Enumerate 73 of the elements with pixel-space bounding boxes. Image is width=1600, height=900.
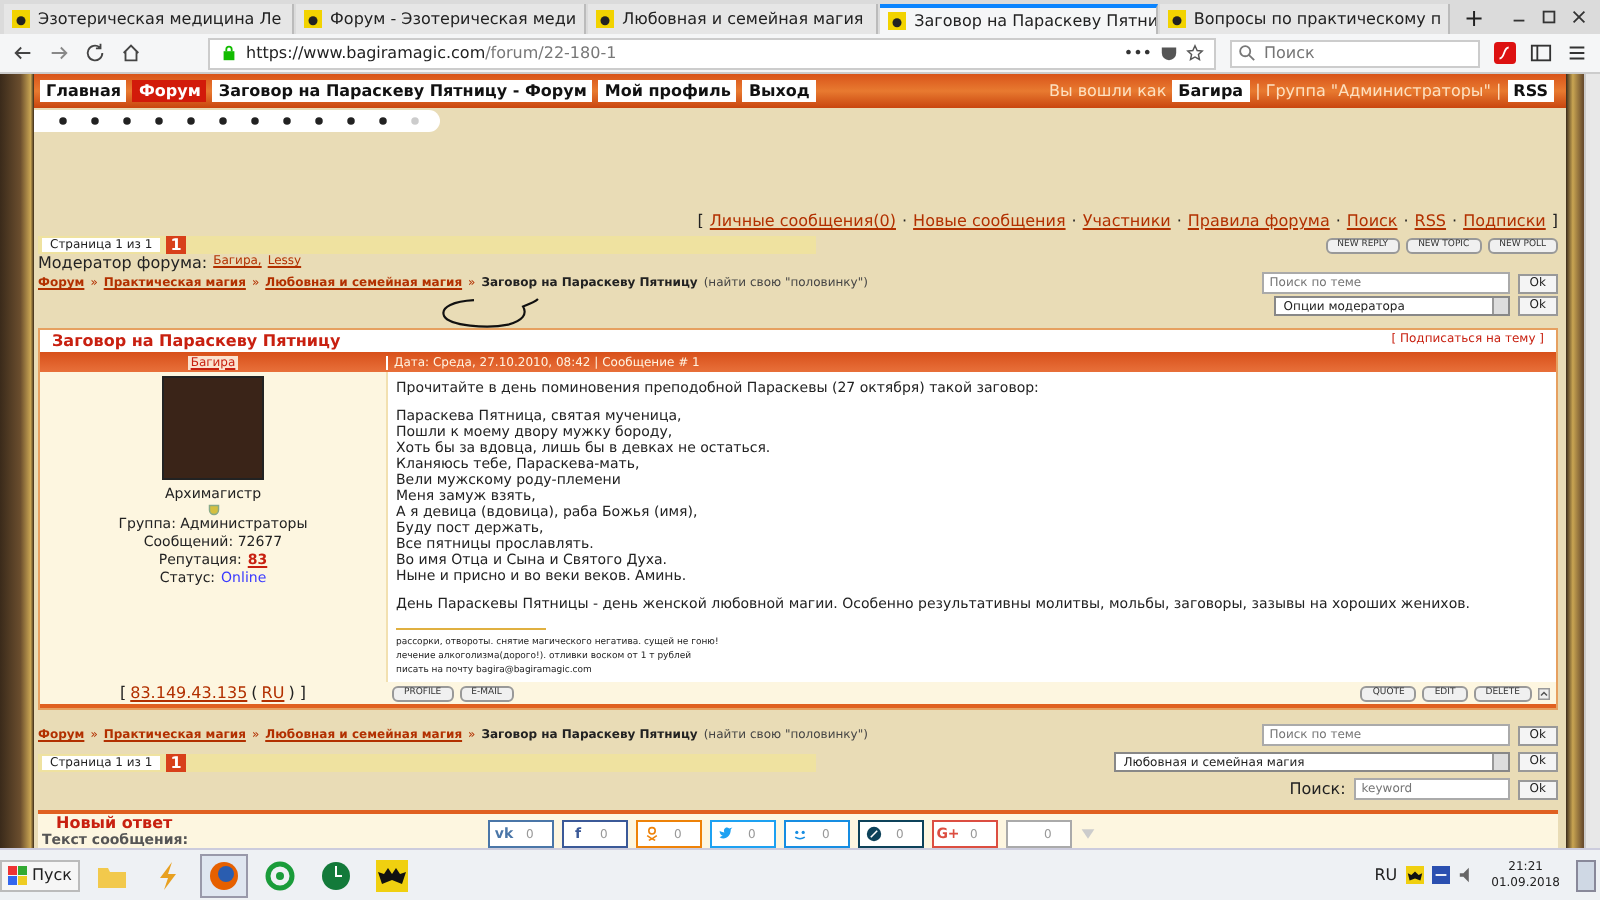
fox-globe-icon	[207, 859, 240, 891]
topic-title: Заговор на Параскеву Пятницу	[52, 332, 341, 350]
forward-icon[interactable]	[48, 42, 70, 64]
top-link[interactable]: Новые сообщения	[913, 212, 1066, 230]
separator: ·	[1176, 212, 1182, 230]
browser-search-field[interactable]: Поиск	[1230, 39, 1480, 67]
ring-icon	[263, 859, 296, 891]
star-icon[interactable]	[1186, 44, 1204, 62]
bracket: [	[697, 212, 704, 230]
smile-icon	[792, 826, 808, 842]
browser-tab[interactable]: Заговор на Параскеву Пятни	[880, 4, 1158, 34]
shield-icon	[207, 504, 219, 516]
scroll-up-icon[interactable]	[1538, 687, 1550, 699]
separator: ·	[1335, 212, 1341, 230]
sidebar-icon[interactable]	[1530, 42, 1552, 64]
keyboard-icon[interactable]	[1431, 866, 1450, 884]
bracket: ) ]	[288, 684, 306, 702]
home-icon[interactable]	[120, 42, 142, 64]
search-label: Поиск:	[1289, 780, 1346, 798]
user-link[interactable]: Багира	[1172, 80, 1250, 103]
start-button[interactable]: Пуск	[0, 859, 80, 891]
moderator-label: Модератор форума:	[38, 254, 208, 272]
browser-tab[interactable]: Форум - Эзотерическая меди	[296, 4, 587, 34]
rss-link[interactable]: RSS	[1507, 80, 1554, 103]
logged-in-label: Вы вошли как	[1048, 82, 1167, 101]
reply-title: Новый ответ	[54, 814, 173, 832]
flash-icon[interactable]	[1494, 42, 1516, 64]
avatar-picture	[162, 376, 264, 480]
url-text: https://www.bagiramagic.com/forum/22-180-1	[246, 44, 619, 62]
bracket: ]	[1551, 212, 1558, 230]
nav-link[interactable]: Мой профиль	[598, 80, 737, 103]
nav-link[interactable]: Форум	[132, 80, 207, 103]
language-indicator[interactable]: RU	[1374, 866, 1398, 884]
browser-tab[interactable]: Любовная и семейная магия	[588, 4, 879, 34]
separator: ·	[1403, 212, 1409, 230]
maximize-icon[interactable]	[1540, 8, 1558, 26]
scrollbar[interactable]	[1584, 74, 1600, 848]
lock-icon	[220, 44, 238, 62]
top-link[interactable]: Правила форума	[1187, 212, 1330, 230]
more-actions-button[interactable]: •••	[1123, 44, 1152, 62]
browser-tab[interactable]: Эзотерическая медицина Ле	[4, 4, 295, 34]
top-link[interactable]: Подписки	[1463, 212, 1546, 230]
group-label: | Группа "Администраторы" |	[1255, 82, 1502, 101]
top-link[interactable]: Участники	[1082, 212, 1171, 230]
nav-link[interactable]: Заговор на Параскеву Пятницу - Форум	[212, 80, 593, 103]
top-link[interactable]: RSS	[1414, 212, 1447, 230]
close-icon[interactable]	[1570, 8, 1588, 26]
top-link[interactable]: Поиск	[1346, 212, 1398, 230]
page-link[interactable]: 1	[166, 236, 186, 254]
pocket-icon[interactable]	[1160, 44, 1178, 62]
nav-link[interactable]: Главная	[40, 80, 127, 103]
country-link[interactable]: RU	[261, 684, 285, 702]
show-desktop-button[interactable]	[1576, 859, 1596, 891]
bracket: [	[120, 684, 127, 702]
top-link[interactable]: Личные сообщения(0)	[709, 212, 896, 230]
address-field[interactable]: https://www.bagiramagic.com/forum/22-180-1 •••	[208, 37, 1216, 69]
nav-link[interactable]: Выход	[742, 80, 816, 103]
clock-icon	[319, 859, 352, 891]
person-icon	[644, 826, 660, 842]
page-link[interactable]: 1	[166, 753, 186, 771]
back-icon[interactable]	[12, 42, 34, 64]
menu-icon[interactable]	[1566, 42, 1588, 64]
bracket: (	[251, 684, 258, 702]
separator: ·	[902, 212, 908, 230]
separator: ·	[1452, 212, 1458, 230]
windows-icon	[8, 865, 28, 885]
pen-icon	[866, 826, 882, 842]
bird-icon	[718, 826, 734, 842]
separator: ·	[1071, 212, 1077, 230]
browser-tab[interactable]: Вопросы по практическому п	[1159, 4, 1450, 34]
reload-icon[interactable]	[84, 42, 106, 64]
new-tab-button[interactable]: +	[1451, 4, 1496, 34]
ip-link[interactable]: 83.149.43.135	[130, 684, 248, 702]
